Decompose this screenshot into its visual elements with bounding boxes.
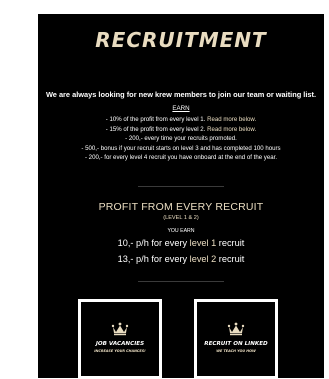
divider <box>138 281 224 282</box>
card-title: RECRUIT ON LINKED <box>204 341 268 347</box>
earn-label: EARN <box>172 105 190 112</box>
rate-prefix: p/h for every <box>133 238 190 248</box>
crown-icon <box>197 322 275 336</box>
earn-item-text: - 10% of the profit from every level 1. <box>105 116 208 123</box>
rate-suffix: recruit <box>216 238 245 248</box>
rate-level: level 1 <box>189 238 217 248</box>
rate-level-1: 10,- p/h for every level 1 recruit <box>38 238 324 248</box>
profit-title: PROFIT FROM EVERY RECRUIT <box>98 201 264 213</box>
recruitment-panel: RECRUITMENT We are always looking for ne… <box>38 14 324 379</box>
earn-item-text: - 15% of the profit from every level 2. <box>105 125 208 133</box>
rate-level-2: 13,- p/h for every level 2 recruit <box>38 254 324 264</box>
card-subtitle: INCREASE YOUR CHANCES! <box>94 349 146 353</box>
earn-item: - 200,- for every level 4 recruit you ha… <box>38 153 324 163</box>
rate-level: level 2 <box>189 254 217 264</box>
card-subtitle: WE TEACH YOU HOW <box>216 349 256 353</box>
earn-item-text: - 200,- for every level 4 recruit you ha… <box>84 154 278 162</box>
divider <box>138 186 224 187</box>
rate-suffix: recruit <box>216 254 245 264</box>
earn-item: - 10% of the profit from every level 1. … <box>38 115 324 125</box>
earn-list: - 10% of the profit from every level 1. … <box>38 115 324 163</box>
card-title: JOB VACANCIES <box>95 341 145 347</box>
crown-icon <box>81 322 159 336</box>
earn-item: - 15% of the profit from every level 2. … <box>38 125 324 135</box>
earn-item-text: - 500,- bonus if your recruit starts on … <box>81 144 281 152</box>
recruit-on-linked-card[interactable]: RECRUIT ON LINKED WE TEACH YOU HOW <box>194 299 278 379</box>
read-more-link[interactable]: Read more below. <box>207 116 256 123</box>
page-title: RECRUITMENT <box>95 28 267 52</box>
intro-text: We are always looking for new krew membe… <box>45 90 317 99</box>
earn-item: - 200,- every time your recruits promote… <box>38 134 324 144</box>
rate-amount: 13,- <box>117 254 134 264</box>
profit-subtitle: (LEVEL 1 & 2) <box>163 215 199 221</box>
earn-item: - 500,- bonus if your recruit starts on … <box>38 144 324 154</box>
job-vacancies-card[interactable]: JOB VACANCIES INCREASE YOUR CHANCES! <box>78 299 162 379</box>
read-more-link[interactable]: Read more below. <box>207 126 256 133</box>
you-earn-label: YOU EARN <box>167 228 195 234</box>
rate-amount: 10,- <box>117 238 134 248</box>
earn-item-text: - 200,- every time your recruits promote… <box>125 135 237 143</box>
rate-prefix: p/h for every <box>133 254 190 264</box>
